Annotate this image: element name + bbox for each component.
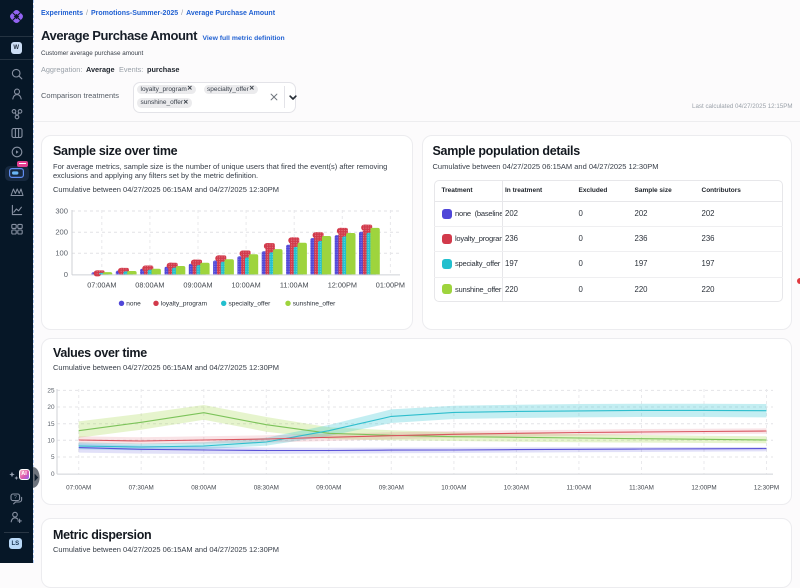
svg-text:300: 300: [55, 206, 68, 215]
svg-text:08:30AM: 08:30AM: [254, 485, 279, 492]
svg-text:12:00PM: 12:00PM: [691, 485, 716, 492]
svg-text:08:00AM: 08:00AM: [135, 281, 164, 290]
svg-text:09:00AM: 09:00AM: [183, 281, 212, 290]
svg-text:09:30AM: 09:30AM: [379, 485, 404, 492]
svg-text:12:00PM: 12:00PM: [328, 281, 357, 290]
svg-text:0: 0: [51, 471, 55, 478]
svg-text:25: 25: [47, 388, 55, 395]
svg-text:10:00AM: 10:00AM: [441, 485, 466, 492]
svg-text:09:00AM: 09:00AM: [316, 485, 341, 492]
svg-text:07:00AM: 07:00AM: [87, 281, 116, 290]
svg-text:?: ?: [14, 495, 17, 501]
svg-text:01:00PM: 01:00PM: [376, 281, 405, 290]
svg-text:none: none: [126, 301, 141, 308]
svg-text:sunshine_offer: sunshine_offer: [293, 301, 336, 308]
svg-text:specialty_offer: specialty_offer: [229, 301, 272, 308]
svg-text:11:00AM: 11:00AM: [567, 485, 592, 492]
svg-text:0: 0: [64, 270, 68, 279]
svg-text:15: 15: [47, 421, 55, 428]
svg-text:10:30AM: 10:30AM: [504, 485, 529, 492]
svg-text:200: 200: [55, 228, 68, 237]
svg-text:07:30AM: 07:30AM: [129, 485, 154, 492]
svg-text:12:30PM: 12:30PM: [754, 485, 779, 492]
svg-text:11:30AM: 11:30AM: [629, 485, 654, 492]
svg-text:08:00AM: 08:00AM: [191, 485, 216, 492]
svg-text:11:00AM: 11:00AM: [280, 281, 309, 290]
svg-text:100: 100: [55, 249, 68, 258]
svg-text:07:00AM: 07:00AM: [66, 485, 91, 492]
svg-text:10: 10: [47, 438, 55, 445]
svg-text:loyalty_program: loyalty_program: [161, 301, 207, 308]
svg-text:5: 5: [51, 454, 55, 461]
svg-text:10:00AM: 10:00AM: [231, 281, 260, 290]
svg-text:20: 20: [47, 404, 55, 411]
